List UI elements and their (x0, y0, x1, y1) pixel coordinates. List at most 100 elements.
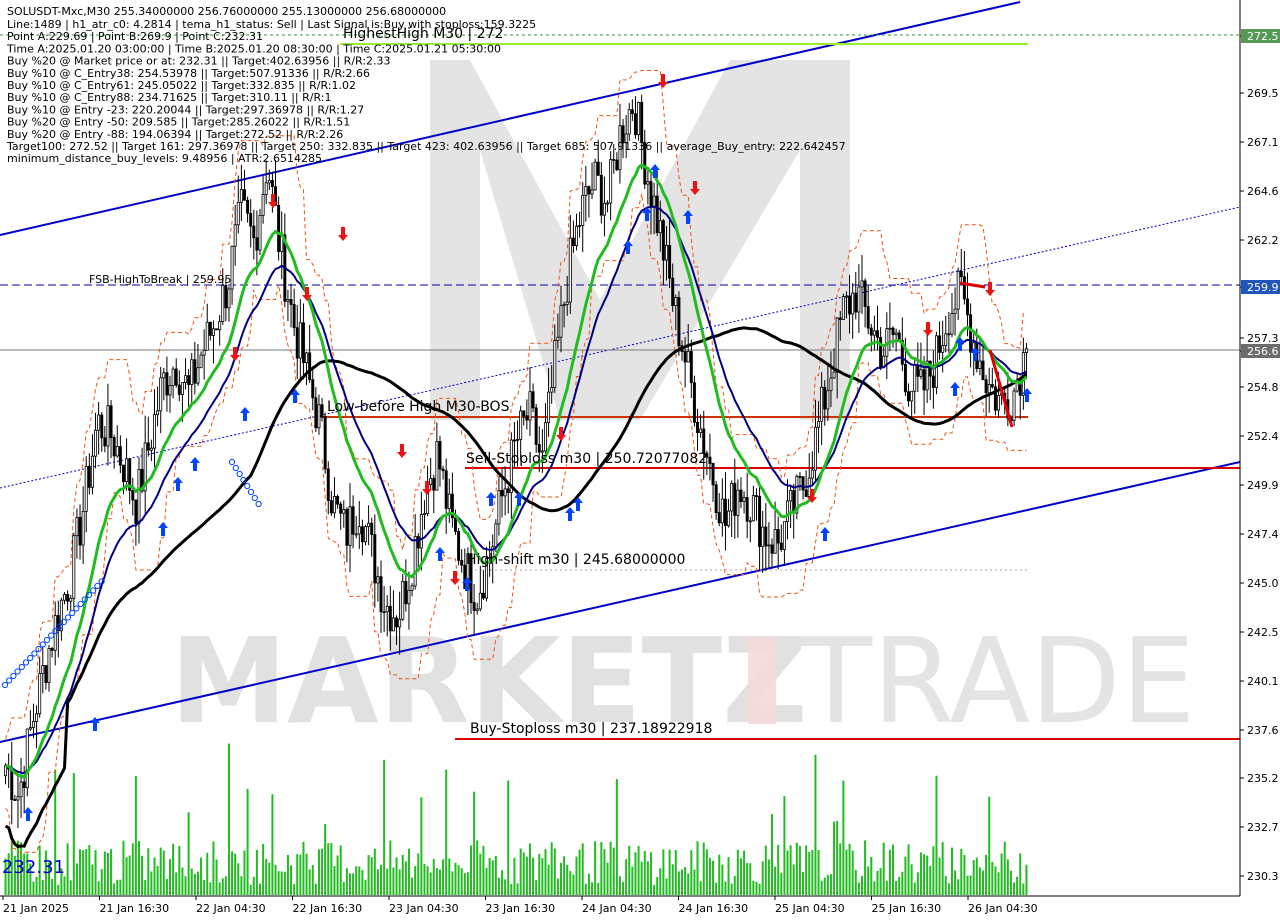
candle-body (761, 526, 765, 547)
volume-bar (470, 845, 473, 895)
candle-body (941, 345, 945, 353)
volume-bar (544, 849, 547, 895)
candle-body (277, 204, 281, 252)
candle-body (168, 385, 172, 396)
candle-body (652, 195, 656, 208)
volume-bar (671, 864, 674, 895)
candle-body (472, 602, 476, 611)
volume-bar (724, 881, 727, 895)
candle-body (66, 594, 70, 602)
candle-body (869, 327, 873, 336)
volume-bar (857, 882, 860, 895)
volume-bar (134, 775, 137, 895)
candle-body (97, 414, 101, 431)
volume-bar (336, 855, 339, 895)
candle-body (224, 285, 228, 309)
volume-bar (975, 857, 978, 895)
candle-body (931, 375, 935, 388)
volume-bar (833, 821, 836, 895)
candle-body (826, 390, 830, 410)
volume-bar (293, 884, 296, 895)
volume-bar (528, 843, 531, 895)
volume-bar (982, 870, 985, 895)
candle-body (848, 295, 852, 315)
volume-bar (594, 841, 597, 895)
volume-bar (141, 855, 144, 895)
volume-bar (348, 873, 351, 895)
candle-body (432, 478, 436, 491)
volume-bar (783, 796, 786, 895)
candle-body (236, 201, 240, 226)
volume-bar (317, 849, 320, 895)
volume-bar (805, 845, 808, 895)
candle-body (249, 212, 253, 227)
volume-bar (249, 884, 252, 895)
volume-bar (454, 862, 457, 895)
candle-body (571, 237, 575, 247)
volume-bar (262, 843, 265, 895)
volume-bar (137, 841, 140, 895)
volume-bar (119, 879, 122, 895)
candle-body (38, 673, 42, 715)
candle-body (950, 313, 954, 335)
candle-body (531, 391, 535, 409)
candle-body (218, 321, 222, 331)
candle-body (78, 516, 82, 546)
candle-body (131, 489, 135, 501)
candle-body (717, 512, 721, 524)
candle-body (913, 364, 917, 392)
candle-body (311, 379, 315, 399)
candle-body (922, 369, 926, 391)
volume-bar (547, 864, 550, 895)
volume-bar (473, 791, 476, 895)
point-c-label: 232.31 (2, 857, 65, 878)
volume-bar (435, 868, 438, 895)
volume-bar (774, 866, 777, 895)
candle-body (376, 576, 380, 584)
candle-body (543, 422, 547, 452)
volume-bar (860, 876, 863, 895)
candle-body (742, 497, 746, 502)
candle-body (165, 372, 169, 396)
volume-bar (712, 860, 715, 895)
candle-body (410, 585, 414, 591)
candle-body (820, 386, 824, 422)
time-axis[interactable]: 21 Jan 2025 21 Jan 16:30 22 Jan 04:30 22 Ja… (2, 896, 1038, 915)
candle-body (730, 482, 734, 512)
volume-bar (966, 875, 969, 895)
candle-body (984, 379, 988, 394)
candle-body (395, 617, 399, 628)
volume-bar (224, 876, 227, 895)
candle-body (497, 490, 501, 525)
volume-bar (696, 841, 699, 895)
volume-bar (342, 882, 345, 895)
volume-bar (259, 883, 261, 895)
candle-body (525, 415, 529, 421)
volume-bar (618, 876, 621, 895)
chart-canvas[interactable]: MARKETZ TRADE HighestHigh M30 | 272 FSB-… (0, 0, 1280, 920)
candle-body (562, 304, 566, 306)
volume-bar (237, 863, 240, 895)
candle-body (10, 768, 14, 800)
candle-body (894, 332, 898, 336)
volume-bar (94, 850, 97, 895)
volume-bar (466, 872, 469, 895)
candle-body (500, 490, 504, 497)
volume-bar (653, 884, 656, 895)
candle-body (326, 468, 330, 502)
volume-bar (131, 843, 134, 895)
candle-body (770, 544, 774, 554)
candle-body (966, 298, 969, 316)
price-tick-label: 272.5 (1247, 30, 1279, 43)
volume-bar (612, 847, 615, 895)
volume-bar (643, 850, 646, 895)
candle-body (522, 410, 526, 417)
candle-body (187, 375, 191, 385)
candle-body (28, 727, 32, 730)
candle-body (494, 523, 498, 548)
candle-body (696, 421, 700, 433)
price-chart[interactable]: MARKETZ TRADE HighestHigh M30 | 272 FSB-… (0, 0, 1280, 920)
volume-bar (826, 874, 829, 895)
candle-body (22, 781, 26, 789)
volume-bar (438, 869, 441, 895)
